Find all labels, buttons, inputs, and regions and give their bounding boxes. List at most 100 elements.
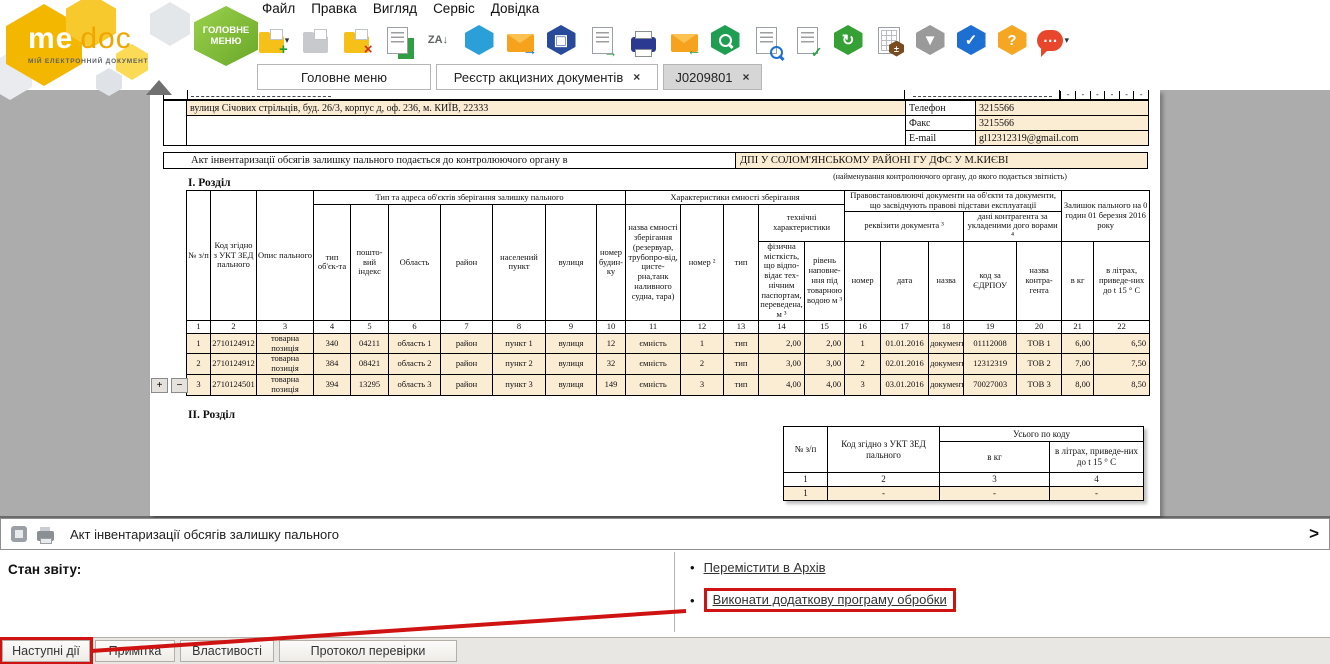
open-folder-icon[interactable] xyxy=(299,23,331,57)
cell[interactable]: область 2 xyxy=(389,354,441,375)
menu-item[interactable]: Сервіс xyxy=(433,1,475,16)
send-mail-icon[interactable]: → xyxy=(504,23,536,57)
cell[interactable]: пункт 2 xyxy=(493,354,546,375)
calculator-icon[interactable]: ± xyxy=(873,23,905,57)
save-hex-icon[interactable]: ▣ xyxy=(545,23,577,57)
cell[interactable]: 4,00 xyxy=(805,375,845,396)
menu-item[interactable]: Довідка xyxy=(491,1,540,16)
cell[interactable]: вулиця xyxy=(546,375,597,396)
cell[interactable]: 8,50 xyxy=(1094,375,1150,396)
cell[interactable]: ємність xyxy=(626,333,681,354)
cell[interactable]: область 1 xyxy=(389,333,441,354)
phone-field[interactable]: 3215566 xyxy=(976,101,1149,116)
expand-chevron-icon[interactable]: > xyxy=(1309,524,1319,544)
cell[interactable]: 3,00 xyxy=(805,354,845,375)
authority-field[interactable]: ДПІ У СОЛОМ'ЯНСЬКОМУ РАЙОНІ ГУ ДФС У М.К… xyxy=(736,153,1147,168)
tab-check-protocol[interactable]: Протокол перевірки xyxy=(279,640,457,662)
tab-main-menu[interactable]: Головне меню xyxy=(257,64,431,90)
cell[interactable]: 2710124912 xyxy=(211,333,257,354)
fax-field[interactable]: 3215566 xyxy=(976,116,1149,131)
main-menu-button[interactable]: ГОЛОВНЕ МЕНЮ xyxy=(194,6,258,66)
cell[interactable]: 12312319 xyxy=(964,354,1017,375)
cell[interactable]: - xyxy=(940,487,1050,501)
print-icon[interactable] xyxy=(37,531,54,541)
verify-hex-icon[interactable] xyxy=(709,23,741,57)
cell[interactable]: 340 xyxy=(314,333,351,354)
cell[interactable]: 04211 xyxy=(351,333,389,354)
cell[interactable]: 149 xyxy=(597,375,626,396)
cell[interactable]: вулиця xyxy=(546,354,597,375)
cell[interactable]: 3 xyxy=(187,375,211,396)
cell[interactable]: 01112008 xyxy=(964,333,1017,354)
cell[interactable]: товарна позиція xyxy=(257,375,314,396)
action-run-extra-program[interactable]: Виконати додаткову програму обробки xyxy=(713,592,947,607)
receive-mail-icon[interactable]: ← xyxy=(668,23,700,57)
cell[interactable]: 6,50 xyxy=(1094,333,1150,354)
tax-address-field[interactable]: вулиця Січових стрільців, буд. 26/3, кор… xyxy=(187,101,906,116)
menu-item[interactable]: Правка xyxy=(311,1,357,16)
delete-report-icon[interactable]: × xyxy=(340,23,372,57)
cell[interactable]: ємність xyxy=(626,354,681,375)
structure-hex-icon[interactable] xyxy=(463,23,495,57)
tab-document-j0209801[interactable]: J0209801× xyxy=(663,64,762,90)
email-field[interactable]: gl12312319@gmail.com xyxy=(976,131,1149,146)
cell[interactable]: тип xyxy=(724,354,759,375)
cell[interactable]: 02.01.2016 xyxy=(881,354,929,375)
cell[interactable]: вулиця xyxy=(546,333,597,354)
cell[interactable]: 7,00 xyxy=(1062,354,1094,375)
add-row-button[interactable]: + xyxy=(151,378,168,393)
cell[interactable]: 7,50 xyxy=(1094,354,1150,375)
menu-item[interactable]: Вигляд xyxy=(373,1,417,16)
cell[interactable]: 03.01.2016 xyxy=(881,375,929,396)
cell[interactable]: 32 xyxy=(597,354,626,375)
tab-excise-registry[interactable]: Реєстр акцизних документів× xyxy=(436,64,658,90)
cell[interactable]: 3 xyxy=(681,375,724,396)
cell[interactable]: документ xyxy=(929,333,964,354)
feedback-bubble-icon[interactable]: …▾ xyxy=(1037,23,1069,57)
cell[interactable]: 1 xyxy=(187,333,211,354)
cell[interactable]: пункт 1 xyxy=(493,333,546,354)
refresh-hex-icon[interactable]: ↻ xyxy=(832,23,864,57)
cell[interactable]: 4,00 xyxy=(759,375,805,396)
close-tab-icon[interactable]: × xyxy=(633,70,640,84)
cell[interactable]: область 3 xyxy=(389,375,441,396)
copy-document-icon[interactable] xyxy=(381,23,413,57)
cell[interactable]: ТОВ 2 xyxy=(1017,354,1062,375)
cell[interactable]: 2 xyxy=(845,354,881,375)
sort-za-icon[interactable]: ZA↓ xyxy=(422,23,454,57)
cell[interactable]: - xyxy=(828,487,940,501)
tab-next-actions[interactable]: Наступні дії xyxy=(2,640,90,662)
filter-hex-icon[interactable]: ▼ xyxy=(914,23,946,57)
cell[interactable]: 2,00 xyxy=(805,333,845,354)
cell[interactable]: документ xyxy=(929,375,964,396)
cell[interactable]: 6,00 xyxy=(1062,333,1094,354)
document-check-icon[interactable]: ✓ xyxy=(791,23,823,57)
cell[interactable]: 01.01.2016 xyxy=(881,333,929,354)
tab-note[interactable]: Примітка xyxy=(95,640,175,662)
cell[interactable]: 1 xyxy=(681,333,724,354)
cell[interactable]: район xyxy=(441,333,493,354)
cell[interactable]: товарна позиція xyxy=(257,333,314,354)
cell[interactable]: 2710124912 xyxy=(211,354,257,375)
cell[interactable]: тип xyxy=(724,333,759,354)
cell[interactable]: документ xyxy=(929,354,964,375)
cell[interactable]: - xyxy=(1050,487,1144,501)
print-icon[interactable] xyxy=(627,23,659,57)
document-search-icon[interactable] xyxy=(750,23,782,57)
action-move-to-archive[interactable]: Перемістити в Архів xyxy=(704,560,826,575)
cell[interactable]: 08421 xyxy=(351,354,389,375)
cell[interactable]: 1 xyxy=(845,333,881,354)
cell[interactable]: 1 xyxy=(784,487,828,501)
export-document-icon[interactable]: → xyxy=(586,23,618,57)
cell[interactable]: район xyxy=(441,354,493,375)
tab-properties[interactable]: Властивості xyxy=(180,640,274,662)
close-tab-icon[interactable]: × xyxy=(743,70,750,84)
cell[interactable]: пункт 3 xyxy=(493,375,546,396)
cell[interactable]: ТОВ 1 xyxy=(1017,333,1062,354)
cell[interactable]: ТОВ 3 xyxy=(1017,375,1062,396)
cell[interactable]: тип xyxy=(724,375,759,396)
sign-hex-icon[interactable]: ✓ xyxy=(955,23,987,57)
help-hex-icon[interactable]: ? xyxy=(996,23,1028,57)
cell[interactable]: 3 xyxy=(845,375,881,396)
cell[interactable]: район xyxy=(441,375,493,396)
